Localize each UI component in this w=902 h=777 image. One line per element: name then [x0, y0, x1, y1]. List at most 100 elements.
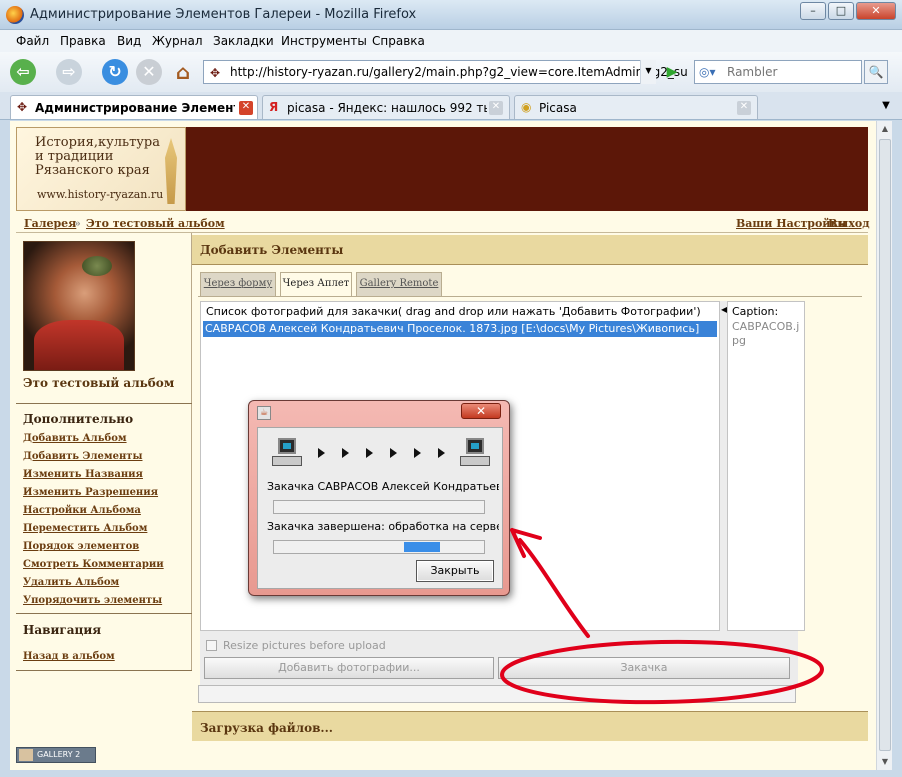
tab-picasa[interactable]: ◉ Picasa ✕: [514, 95, 758, 119]
tab-gallery-remote[interactable]: Gallery Remote: [356, 272, 442, 296]
dialog-body: Закачка САВРАСОВ Алексей Кондратьеви... …: [257, 427, 503, 589]
address-bar[interactable]: ✥ http://history-ryazan.ru/gallery2/main…: [203, 60, 688, 84]
search-icon[interactable]: 🔍: [864, 60, 888, 84]
site-banner: История,культура и традиции Рязанского к…: [16, 127, 868, 211]
sidebar-link-add-album[interactable]: Добавить Альбом: [23, 433, 127, 444]
tab-bar: ✥ Администрирование Элементо... ✕ Я pica…: [0, 92, 902, 120]
reload-button[interactable]: ↻: [102, 59, 128, 85]
window-titlebar[interactable]: Администрирование Элементов Галереи - Mo…: [0, 0, 902, 30]
search-box[interactable]: ◎▾: [694, 60, 862, 84]
window-title: Администрирование Элементов Галереи - Mo…: [30, 7, 417, 22]
caption-panel: Caption: САВРАСОВ.jpg: [727, 301, 805, 631]
java-icon: ☕: [257, 406, 271, 420]
bell-tower-icon: [165, 138, 177, 204]
transfer-arrow-icon: [366, 448, 373, 458]
sidebar-link-add-items[interactable]: Добавить Элементы: [23, 451, 143, 462]
menu-bookmarks[interactable]: Закладки: [213, 34, 274, 48]
breadcrumb-separator: »: [74, 217, 81, 230]
sidebar-divider: [16, 670, 192, 671]
url-history-dropdown-icon[interactable]: ▼: [640, 60, 656, 84]
tab-yandex-search[interactable]: Я picasa - Яндекс: нашлось 992 тыс... ✕: [262, 95, 510, 119]
tab-close-icon[interactable]: ✕: [737, 101, 751, 115]
go-button[interactable]: ▶: [660, 61, 684, 83]
album-thumbnail[interactable]: [23, 241, 135, 371]
sidebar-link-album-settings[interactable]: Настройки Альбома: [23, 505, 141, 516]
breadcrumb-gallery-link[interactable]: Галерея: [24, 217, 76, 230]
scroll-up-arrow-icon[interactable]: ▲: [877, 121, 893, 137]
logo-line: Рязанского края: [35, 163, 150, 178]
tab-gallery-admin[interactable]: ✥ Администрирование Элементо... ✕: [10, 95, 258, 119]
sidebar-link-sort-items[interactable]: Упорядочить элементы: [23, 595, 162, 606]
transfer-arrow-icon: [342, 448, 349, 458]
site-logo[interactable]: История,культура и традиции Рязанского к…: [16, 127, 186, 211]
scrollbar-thumb[interactable]: [879, 139, 891, 751]
page-scrollbar[interactable]: ▲ ▼: [876, 121, 892, 770]
home-button[interactable]: ⌂: [170, 59, 196, 85]
sidebar-heading-extra: Дополнительно: [23, 412, 134, 426]
tab-favicon-icon: ✥: [17, 100, 28, 114]
resize-checkbox[interactable]: [206, 640, 217, 651]
dialog-close-ok-button[interactable]: Закрыть: [416, 560, 494, 582]
back-button[interactable]: ⇦: [10, 59, 36, 85]
sidebar-link-delete-album[interactable]: Удалить Альбом: [23, 577, 119, 588]
minimize-button[interactable]: –: [800, 2, 826, 20]
sidebar-link-edit-permissions[interactable]: Изменить Разрешения: [23, 487, 158, 498]
file-list-header: Список фотографий для закачки( drag and …: [206, 305, 701, 318]
tab-close-icon[interactable]: ✕: [489, 101, 503, 115]
resize-option[interactable]: Resize pictures before upload: [206, 639, 386, 652]
progress-fill: [404, 542, 440, 552]
server-computer-icon: [460, 438, 490, 468]
caption-label: Caption:: [732, 305, 779, 318]
tab-label: picasa - Яндекс: нашлось 992 тыс...: [287, 101, 487, 115]
server-progress-bar: [273, 540, 485, 554]
gallery2-badge[interactable]: GALLERY 2: [16, 747, 96, 763]
gallery2-badge-text: GALLERY 2: [37, 750, 81, 759]
search-input[interactable]: [725, 63, 855, 81]
tab-close-icon[interactable]: ✕: [239, 101, 253, 115]
tab-via-form[interactable]: Через форму: [200, 272, 276, 296]
menu-history[interactable]: Журнал: [152, 34, 203, 48]
add-photos-button[interactable]: Добавить фотографии...: [204, 657, 494, 679]
menu-tools[interactable]: Инструменты: [281, 34, 367, 48]
menu-view[interactable]: Вид: [117, 34, 141, 48]
transfer-arrow-icon: [390, 448, 397, 458]
sidebar-link-move-album[interactable]: Переместить Альбом: [23, 523, 147, 534]
transfer-arrow-icon: [414, 448, 421, 458]
search-engine-icon[interactable]: ◎▾: [699, 65, 716, 79]
album-title: Это тестовый альбом: [23, 376, 175, 390]
tab-label: Picasa: [539, 101, 577, 115]
maximize-button[interactable]: □: [828, 2, 854, 20]
file-progress-bar: [273, 500, 485, 514]
breadcrumb-album-link[interactable]: Это тестовый альбом: [86, 217, 225, 230]
logo-line: и традиции: [35, 149, 114, 164]
logout-link[interactable]: Выход: [828, 217, 870, 230]
menu-file[interactable]: Файл: [16, 34, 49, 48]
source-computer-icon: [272, 438, 302, 468]
menu-edit[interactable]: Правка: [60, 34, 106, 48]
tab-list-chevron-down-icon[interactable]: ▼: [876, 96, 896, 116]
forward-button[interactable]: ⇨: [56, 59, 82, 85]
tab-via-applet[interactable]: Через Аплет: [280, 272, 352, 297]
caption-value[interactable]: САВРАСОВ.jpg: [732, 320, 802, 348]
sidebar: Это тестовый альбом Дополнительно Добави…: [16, 233, 192, 671]
sidebar-heading-navigation: Навигация: [23, 623, 102, 637]
menu-help[interactable]: Справка: [372, 34, 425, 48]
dialog-close-button[interactable]: ✕: [461, 403, 501, 419]
transfer-arrow-icon: [438, 448, 445, 458]
menu-bar: Файл Правка Вид Журнал Закладки Инструме…: [0, 30, 902, 52]
scroll-down-arrow-icon[interactable]: ▼: [877, 754, 893, 770]
page-title: Добавить Элементы: [200, 243, 344, 257]
close-window-button[interactable]: ✕: [856, 2, 896, 20]
sidebar-link-view-comments[interactable]: Смотреть Комментарии: [23, 559, 164, 570]
sidebar-link-edit-titles[interactable]: Изменить Названия: [23, 469, 143, 480]
sidebar-link-back-to-album[interactable]: Назад в альбом: [23, 651, 115, 662]
logo-url: www.history-ryazan.ru: [37, 188, 164, 201]
upload-progress-dialog: ☕ ✕ Закачка САВРАСОВ Алексей Кондратьеви…: [248, 400, 510, 596]
yandex-favicon-icon: Я: [269, 100, 279, 114]
tabs-underline: [198, 296, 862, 297]
sidebar-link-item-order[interactable]: Порядок элементов: [23, 541, 139, 552]
file-list-item[interactable]: САВРАСОВ Алексей Кондратьевич Проселок. …: [203, 321, 717, 337]
url-text[interactable]: http://history-ryazan.ru/gallery2/main.p…: [230, 65, 688, 79]
stop-button[interactable]: ✕: [136, 59, 162, 85]
upload-button[interactable]: Закачка: [498, 657, 790, 679]
